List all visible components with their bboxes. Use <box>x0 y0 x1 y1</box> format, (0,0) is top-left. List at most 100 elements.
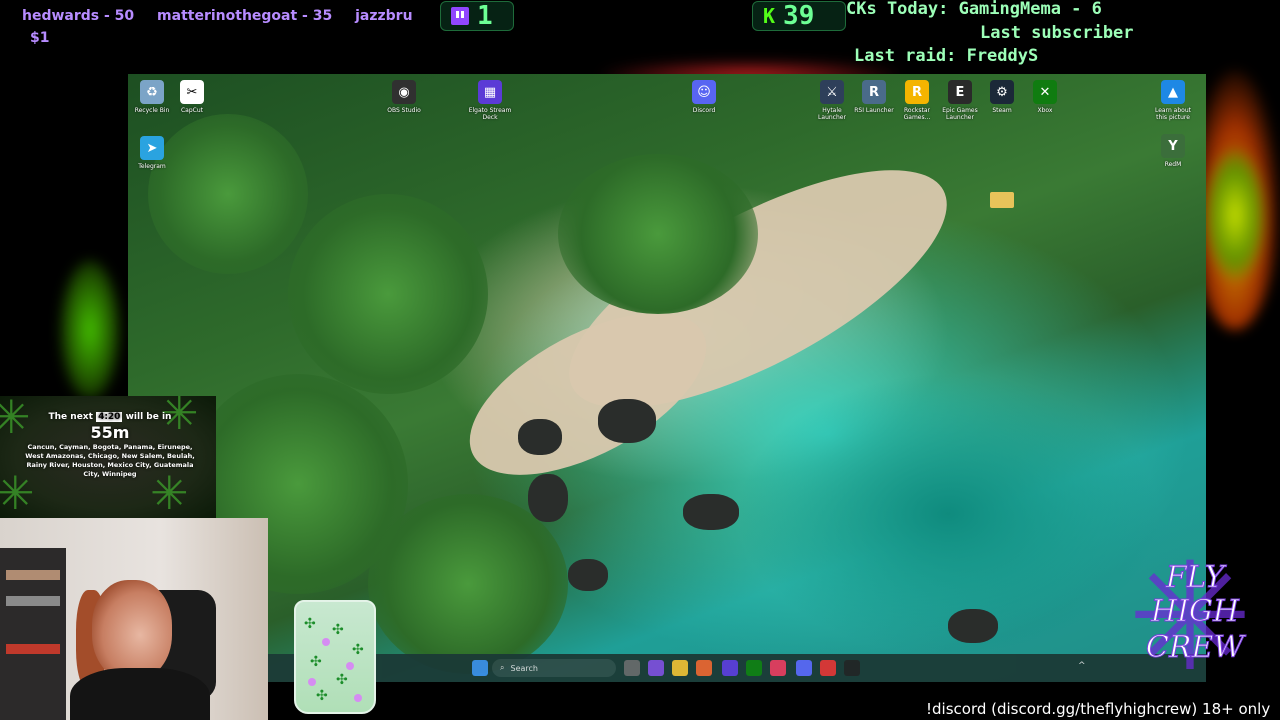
shelf-item <box>6 596 60 606</box>
desktop-icon-discord[interactable]: ☺ Discord <box>680 80 728 114</box>
subs-ticker: hedwards - 50 matterinothegoat - 35 jazz… <box>22 8 412 52</box>
app-icon[interactable] <box>648 660 664 676</box>
discord-icon: ☺ <box>692 80 716 104</box>
kick-icon: K <box>763 4 776 28</box>
task-view-icon[interactable] <box>624 660 640 676</box>
redm-icon: Y <box>1161 134 1185 158</box>
desktop-icon-learn-picture[interactable]: ▲ Learn about this picture <box>1149 80 1197 121</box>
leaf-icon: ✣ <box>304 616 316 632</box>
shelf <box>0 548 66 720</box>
last-raid-ticker: Last raid: FreddyS <box>854 46 1039 66</box>
leaf-icon: ✣ <box>332 622 344 638</box>
jar-token <box>322 638 330 646</box>
system-tray[interactable]: ^ <box>1078 661 1086 671</box>
beach-rock <box>683 494 739 530</box>
webcam-feed <box>0 518 268 720</box>
desktop-icon-xbox[interactable]: ✕ Xbox <box>1021 80 1069 114</box>
timer-city-list: Cancun, Cayman, Bogota, Panama, Eirunepe… <box>25 443 195 478</box>
leaf-icon: ✣ <box>352 642 364 658</box>
logo-line: HIGH <box>1150 594 1240 629</box>
desktop-icon-epic-games[interactable]: E Epic Games Launcher <box>936 80 984 121</box>
logo-line: FLY <box>1165 560 1225 595</box>
desktop-icon-label: Epic Games Launcher <box>942 107 978 121</box>
shelf-item <box>6 644 60 654</box>
desktop-icon-rockstar[interactable]: R Rockstar Games... <box>893 80 941 121</box>
timer-countdown: 55m <box>90 423 130 442</box>
desktop-icon-rsi-launcher[interactable]: R RSI Launcher <box>850 80 898 114</box>
beach-rock <box>948 609 998 643</box>
desktop-wallpaper: ♻ Recycle Bin ✂ CapCut ➤ Telegram ◉ OBS … <box>128 74 1206 682</box>
desktop-icon-label: RSI Launcher <box>854 107 894 114</box>
beach-rock <box>568 559 608 591</box>
desktop-icon-telegram[interactable]: ➤ Telegram <box>128 136 176 170</box>
start-button-icon[interactable] <box>472 660 488 676</box>
desktop-icon-obs[interactable]: ◉ OBS Studio <box>380 80 428 114</box>
kick-viewer-counter: K 39 <box>752 1 846 31</box>
fly-high-crew-logo: ✳ FLY HIGH CREW <box>1112 540 1268 696</box>
xbox-icon: ✕ <box>1033 80 1057 104</box>
rsi-launcher-icon: R <box>862 80 886 104</box>
sub-item: hedwards - 50 <box>22 8 135 24</box>
palm-canopy <box>288 194 488 394</box>
flame-decoration <box>60 260 120 400</box>
timer-prefix: The next <box>48 412 93 422</box>
stream-deck-icon: ▦ <box>478 80 502 104</box>
kicks-today-ticker: CKs Today: GamingMema - 6 <box>846 0 1102 19</box>
twitch-icon <box>451 7 469 25</box>
streamer-face <box>92 580 172 680</box>
rockstar-icon: R <box>905 80 929 104</box>
taskbar: ⌕ Search ^ <box>128 654 1206 682</box>
stream-deck-icon[interactable] <box>722 660 738 676</box>
folder-icon[interactable] <box>990 192 1014 208</box>
learn-picture-icon: ▲ <box>1161 80 1185 104</box>
tiktok-icon[interactable] <box>770 660 786 676</box>
chrome-icon[interactable] <box>820 660 836 676</box>
epic-games-icon: E <box>948 80 972 104</box>
discord-ticker: !discord (discord.gg/theflyhighcrew) 18+… <box>926 700 1271 718</box>
desktop-icon-steam[interactable]: ⚙ Steam <box>978 80 1026 114</box>
recycle-bin-icon: ♻ <box>140 80 164 104</box>
xbox-icon[interactable] <box>746 660 762 676</box>
desktop-icon-label: Discord <box>692 107 716 114</box>
app-icon[interactable] <box>844 660 860 676</box>
sub-item-amount: $1 <box>30 30 50 46</box>
beach-rock <box>518 419 562 455</box>
twitch-count: 1 <box>477 1 493 31</box>
taskbar-search[interactable]: ⌕ Search <box>492 659 616 677</box>
search-icon: ⌕ <box>500 663 505 672</box>
desktop-icon-redm[interactable]: Y RedM <box>1149 134 1197 168</box>
sub-item: matterinothegoat - 35 <box>157 8 333 24</box>
desktop-icon-label: RedM <box>1164 161 1182 168</box>
twitch-viewer-counter: 1 <box>440 1 514 31</box>
jar-token <box>308 678 316 686</box>
file-explorer-icon[interactable] <box>672 660 688 676</box>
palm-canopy <box>558 154 758 314</box>
desktop-icon-label: Learn about this picture <box>1155 107 1191 121</box>
last-subscriber-ticker: Last subscriber <box>980 23 1134 43</box>
desktop-icon-label: OBS Studio <box>387 107 421 114</box>
jar-token <box>354 694 362 702</box>
desktop-icon-label: Hytale Launcher <box>818 107 846 121</box>
desktop-icon-label: CapCut <box>180 107 204 114</box>
desktop-icon-label: Steam <box>992 107 1012 114</box>
desktop-icon-capcut[interactable]: ✂ CapCut <box>168 80 216 114</box>
telegram-icon: ➤ <box>140 136 164 160</box>
desktop-icon-label: Elgato Stream Deck <box>468 107 512 121</box>
obs-icon: ◉ <box>392 80 416 104</box>
discord-icon[interactable] <box>796 660 812 676</box>
streamer-body <box>70 668 210 720</box>
steam-icon: ⚙ <box>990 80 1014 104</box>
timer-heading: The next 4:20 will be in <box>22 412 198 422</box>
leaf-icon: ✣ <box>316 688 328 704</box>
capcut-icon: ✂ <box>180 80 204 104</box>
firefox-icon[interactable] <box>696 660 712 676</box>
shelf-item <box>6 570 60 580</box>
sub-item: jazzbru <box>355 8 412 24</box>
leaf-icon: ✣ <box>310 654 322 670</box>
desktop-icon-stream-deck[interactable]: ▦ Elgato Stream Deck <box>466 80 514 121</box>
timer-badge: 4:20 <box>96 412 123 422</box>
desktop-icon-label: Telegram <box>138 163 166 170</box>
desktop-icon-hytale[interactable]: ⚔ Hytale Launcher <box>808 80 856 121</box>
leaf-icon: ✣ <box>336 672 348 688</box>
tip-jar: ✣ ✣ ✣ ✣ ✣ ✣ <box>294 600 376 714</box>
